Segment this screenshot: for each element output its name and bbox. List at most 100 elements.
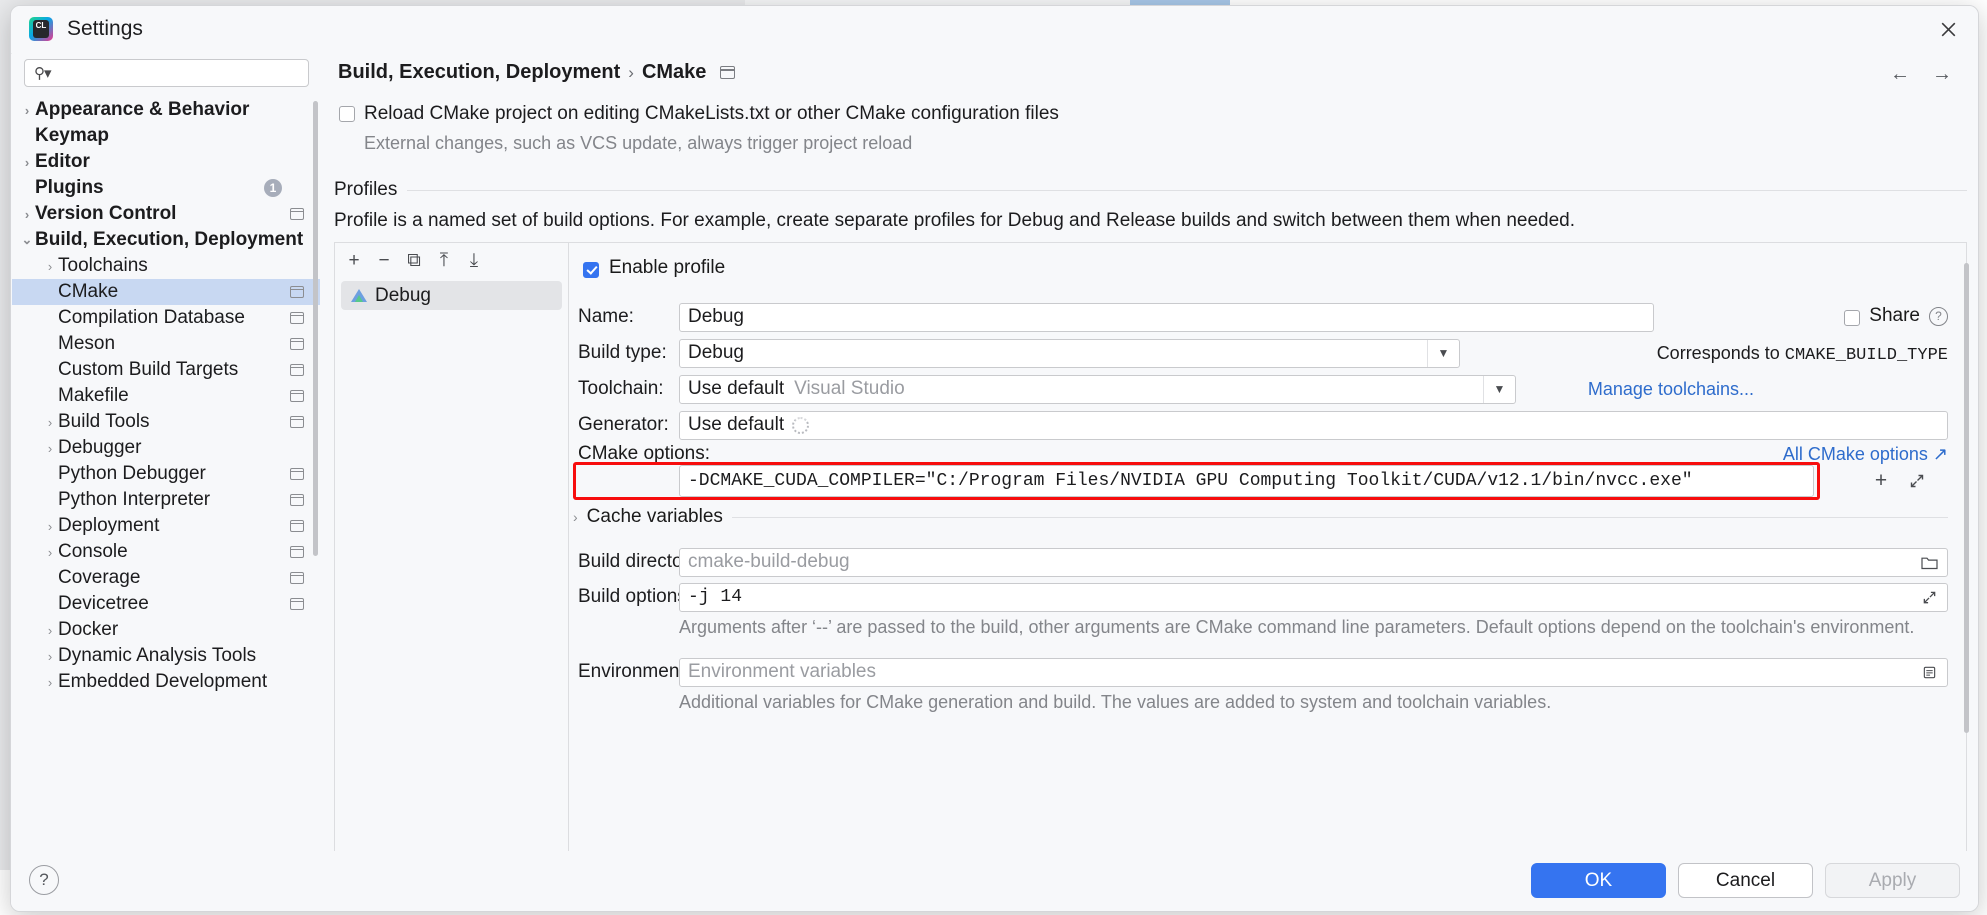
sidebar-item-embedded-development[interactable]: › Embedded Development (12, 669, 320, 695)
toolchain-combo[interactable]: Use default Visual Studio ▼ (679, 374, 1516, 404)
build-directory-field[interactable]: cmake-build-debug (679, 547, 1948, 577)
sidebar-item-toolchains[interactable]: › Toolchains (12, 253, 320, 279)
name-row: Name: Debug (569, 302, 1654, 332)
sidebar-item-label: Devicetree (58, 593, 149, 614)
ok-button[interactable]: OK (1531, 863, 1666, 898)
project-scope-icon (289, 494, 304, 506)
chevron-right-icon[interactable]: › (42, 545, 58, 560)
chevron-right-icon[interactable]: › (42, 623, 58, 638)
chevron-down-icon[interactable]: ⌄ (19, 232, 35, 248)
enable-profile-checkbox[interactable] (583, 261, 599, 278)
chevron-right-icon[interactable]: › (42, 415, 58, 430)
cancel-button[interactable]: Cancel (1678, 863, 1813, 898)
build-type-combo[interactable]: Debug ▼ (679, 338, 1460, 368)
remove-profile-button[interactable]: − (371, 248, 397, 274)
nav-arrows: ← → (1890, 63, 1952, 86)
sidebar-item-label: Build Tools (58, 411, 150, 432)
sidebar-item-makefile[interactable]: Makefile (12, 383, 320, 409)
sidebar-item-console[interactable]: › Console (12, 539, 320, 565)
sidebar-item-meson[interactable]: Meson (12, 331, 320, 357)
add-cmake-option-icon[interactable]: + (1868, 468, 1894, 494)
copy-profile-button[interactable]: ⧉ (401, 248, 427, 274)
sidebar-item-docker[interactable]: › Docker (12, 617, 320, 643)
profiles-column: + − ⧉ ⤒ ⤓ Debug (335, 243, 569, 851)
sidebar-item-cmake[interactable]: CMake (12, 279, 320, 305)
chevron-right-icon[interactable]: › (42, 675, 58, 690)
back-arrow-icon[interactable]: ← (1890, 63, 1910, 86)
name-field[interactable]: Debug (679, 302, 1654, 332)
reload-project-label: Reload CMake project on editing CMakeLis… (364, 103, 1059, 124)
chevron-right-icon[interactable]: › (42, 519, 58, 534)
move-profile-up-button[interactable]: ⤒ (431, 248, 457, 274)
sidebar-item-python-debugger[interactable]: Python Debugger (12, 461, 320, 487)
sidebar-item-devicetree[interactable]: Devicetree (12, 591, 320, 617)
cache-variables-row[interactable]: › Cache variables (573, 506, 1948, 528)
manage-toolchains-link[interactable]: Manage toolchains... (1588, 379, 1754, 400)
project-scope-icon (289, 312, 304, 324)
build-options-field[interactable]: -j 14 (679, 582, 1948, 612)
sidebar-item-compilation-database[interactable]: Compilation Database (12, 305, 320, 331)
cache-variables-label: Cache variables (586, 506, 723, 527)
sidebar-item-plugins[interactable]: Plugins 1 (12, 175, 320, 201)
sidebar-item-appearance-behavior[interactable]: › Appearance & Behavior (12, 97, 320, 123)
profiles-list: Debug (341, 281, 562, 310)
sidebar-item-label: Toolchains (58, 255, 148, 276)
expand-cmake-options-icon[interactable] (1904, 468, 1930, 494)
sidebar-item-keymap[interactable]: Keymap (12, 123, 320, 149)
sidebar-item-debugger[interactable]: › Debugger (12, 435, 320, 461)
sidebar-item-editor[interactable]: › Editor (12, 149, 320, 175)
sidebar-item-dynamic-analysis-tools[interactable]: › Dynamic Analysis Tools (12, 643, 320, 669)
sidebar-item-version-control[interactable]: › Version Control (12, 201, 320, 227)
chevron-right-icon[interactable]: › (19, 207, 35, 222)
share-checkbox[interactable] (1844, 309, 1861, 326)
sidebar-item-build-tools[interactable]: › Build Tools (12, 409, 320, 435)
sidebar-item-build-execution-deployment[interactable]: ⌄ Build, Execution, Deployment (12, 227, 320, 253)
sidebar-item-label: Coverage (58, 567, 141, 588)
forward-arrow-icon[interactable]: → (1932, 63, 1952, 86)
sidebar-item-label: Build, Execution, Deployment (35, 229, 304, 250)
list-item[interactable]: Debug (341, 281, 562, 310)
project-scope-icon (289, 286, 304, 298)
build-directory-label: Build directory: (578, 551, 704, 572)
content-scrollbar[interactable] (1964, 263, 1969, 733)
expand-build-options-icon[interactable] (1918, 588, 1940, 608)
close-icon[interactable] (1934, 15, 1962, 43)
search-input[interactable] (53, 62, 298, 84)
chevron-down-icon[interactable]: ▼ (1427, 339, 1459, 367)
help-icon[interactable]: ? (29, 865, 59, 895)
profiles-description: Profile is a named set of build options.… (334, 210, 1576, 231)
sidebar-item-label: Makefile (58, 385, 129, 406)
add-profile-button[interactable]: + (341, 248, 367, 274)
move-profile-down-button[interactable]: ⤓ (461, 248, 487, 274)
share-label: Share (1869, 305, 1920, 326)
cmake-options-input[interactable]: -DCMAKE_CUDA_COMPILER="C:/Program Files/… (679, 465, 1814, 497)
copy-settings-icon[interactable] (719, 66, 736, 79)
share-help-icon[interactable]: ? (1929, 306, 1948, 326)
apply-button[interactable]: Apply (1825, 863, 1960, 898)
environment-hint: Additional variables for CMake generatio… (679, 692, 1552, 712)
chevron-right-icon[interactable]: › (42, 441, 58, 456)
sidebar-item-coverage[interactable]: Coverage (12, 565, 320, 591)
chevron-right-icon[interactable]: › (19, 103, 35, 118)
environment-field[interactable]: Environment variables (679, 657, 1948, 687)
chevron-right-icon[interactable]: › (42, 649, 58, 664)
cache-variables-rule (731, 516, 1948, 518)
clion-icon: CL (29, 17, 53, 41)
profiles-section-header: Profiles (334, 179, 1967, 201)
sidebar-scrollbar[interactable] (313, 101, 318, 556)
chevron-right-icon[interactable]: › (42, 259, 58, 274)
sidebar-item-python-interpreter[interactable]: Python Interpreter (12, 487, 320, 513)
project-scope-icon (289, 572, 304, 584)
build-directory-placeholder: cmake-build-debug (688, 551, 850, 572)
search-box[interactable]: ⚲▾ (24, 59, 309, 87)
chevron-down-icon[interactable]: ▼ (1483, 375, 1515, 403)
chevron-right-icon[interactable]: › (19, 155, 35, 170)
generator-combo[interactable]: Use default (679, 410, 1948, 440)
reload-project-checkbox[interactable] (339, 106, 355, 122)
sidebar-item-label: Embedded Development (58, 671, 268, 692)
sidebar-item-deployment[interactable]: › Deployment (12, 513, 320, 539)
browse-folder-icon[interactable] (1918, 553, 1940, 573)
edit-environment-icon[interactable] (1918, 663, 1940, 683)
sidebar-item-custom-build-targets[interactable]: Custom Build Targets (12, 357, 320, 383)
breadcrumb-parent[interactable]: Build, Execution, Deployment (338, 61, 620, 84)
